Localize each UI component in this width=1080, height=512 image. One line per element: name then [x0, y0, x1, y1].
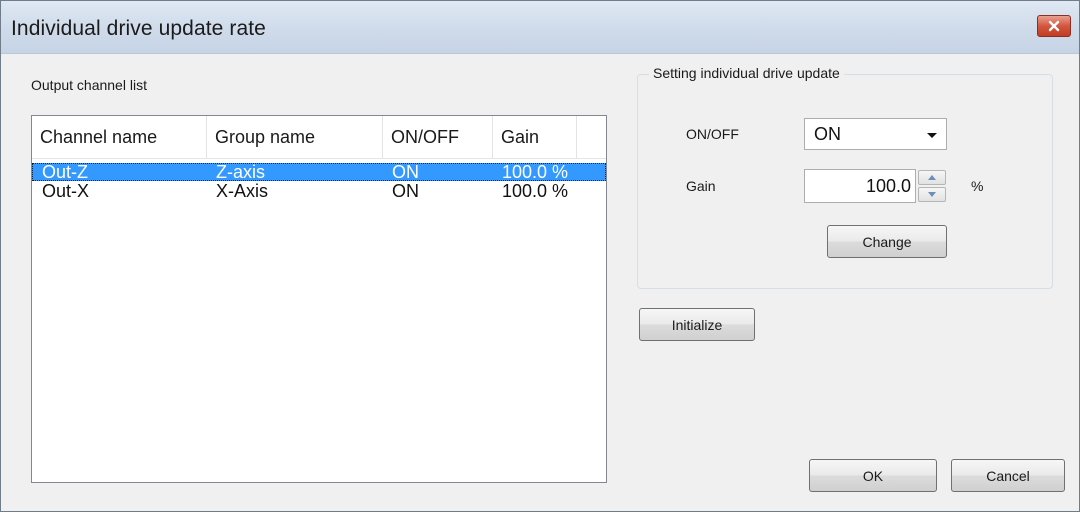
dialog-window: Individual drive update rate Output chan… — [0, 0, 1080, 512]
ok-button[interactable]: OK — [809, 459, 937, 492]
cell-gain: 100.0 % — [502, 181, 569, 201]
title-bar[interactable]: Individual drive update rate — [1, 1, 1079, 54]
cell-group-name: X-Axis — [216, 181, 269, 201]
on-off-selected-value: ON — [814, 124, 841, 144]
table-row-out-x[interactable]: Out-X X-Axis ON 100.0 % — [32, 182, 606, 200]
on-off-dropdown[interactable]: ON — [804, 118, 947, 150]
spin-down-button[interactable] — [918, 187, 946, 202]
window-title: Individual drive update rate — [11, 17, 266, 40]
settings-group-title: Setting individual drive update — [649, 65, 844, 81]
gain-label: Gain — [686, 178, 716, 194]
gain-stepper — [916, 169, 948, 203]
chevron-down-icon — [927, 133, 937, 138]
cell-group-name: Z-axis — [216, 162, 265, 182]
spin-up-button[interactable] — [918, 170, 946, 185]
gain-input[interactable] — [804, 169, 916, 203]
channel-list[interactable]: Channel name Group name ON/OFF Gain Out-… — [31, 115, 607, 483]
output-channel-list-label: Output channel list — [31, 77, 147, 93]
column-group-name[interactable]: Group name — [207, 116, 383, 158]
cell-on-off: ON — [392, 181, 419, 201]
close-button[interactable] — [1037, 15, 1071, 37]
table-row-out-z[interactable]: Out-Z Z-axis ON 100.0 % — [32, 163, 606, 181]
cell-channel-name: Out-X — [42, 181, 90, 201]
cell-gain: 100.0 % — [502, 162, 569, 182]
on-off-label: ON/OFF — [686, 126, 739, 142]
change-button[interactable]: Change — [827, 225, 947, 258]
cancel-button[interactable]: Cancel — [951, 459, 1065, 492]
column-channel-name[interactable]: Channel name — [32, 116, 207, 158]
close-icon — [1048, 20, 1060, 32]
column-gain[interactable]: Gain — [493, 116, 577, 158]
channel-list-header: Channel name Group name ON/OFF Gain — [32, 116, 606, 159]
spin-down-icon — [928, 192, 936, 197]
initialize-button[interactable]: Initialize — [639, 308, 755, 341]
cell-channel-name: Out-Z — [42, 162, 89, 182]
column-on-off[interactable]: ON/OFF — [383, 116, 493, 158]
gain-unit-label: % — [971, 178, 984, 194]
cell-on-off: ON — [392, 162, 419, 182]
spin-up-icon — [928, 175, 936, 180]
